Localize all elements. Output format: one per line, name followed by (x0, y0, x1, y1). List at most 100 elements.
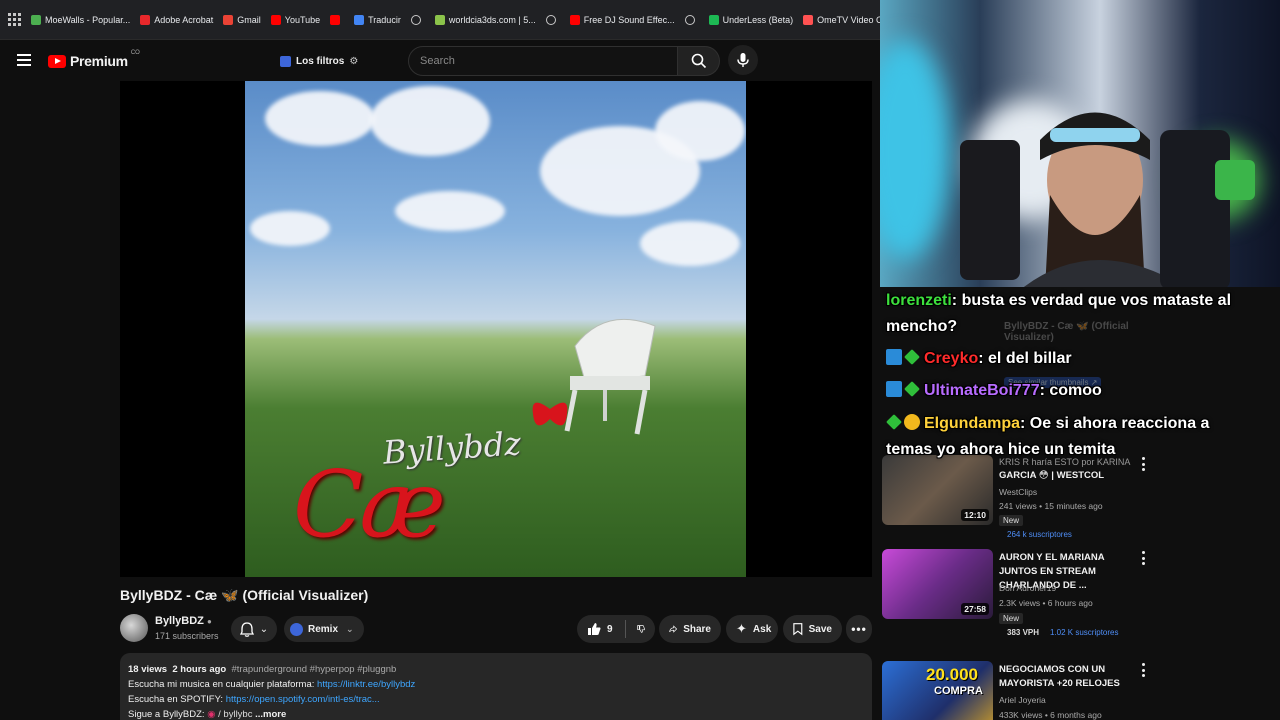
youtube-play-icon (48, 54, 66, 68)
video-channel[interactable]: Don Auroner19 (999, 583, 1056, 593)
thumbnail-subtext: COMPRA (934, 685, 983, 697)
thumbs-down-icon[interactable] (637, 622, 645, 636)
chat-badges (886, 414, 920, 430)
notifications-button[interactable]: ⌄ (231, 616, 277, 642)
channel-name[interactable]: ByllyBDZ ● (155, 615, 212, 627)
bookmark-favicon-icon (708, 14, 719, 25)
logo-text: Premium (70, 53, 128, 69)
search-input[interactable]: Search (408, 46, 678, 76)
streamer-webcam (880, 0, 1280, 287)
save-label: Save (808, 623, 832, 635)
description-line-3: Sigue a ByllyBDZ: ◉ / byllybc ...more (128, 707, 864, 720)
bookmark-item[interactable]: YouTube (270, 14, 321, 25)
chat-text: : Oe si ahora reacciona a (1020, 415, 1210, 432)
country-code: CO (130, 50, 140, 56)
instagram-handle[interactable]: / byllybc (218, 709, 252, 720)
filters-button[interactable]: Los filtros ⚙ (272, 48, 366, 74)
bookmark-item[interactable] (410, 14, 425, 25)
remix-icon (290, 622, 303, 636)
show-more-button[interactable]: ...more (255, 709, 286, 720)
ask-button[interactable]: ✦ Ask (726, 615, 778, 643)
bell-icon (239, 621, 254, 637)
like-count: 9 (607, 623, 613, 635)
instagram-icon: ◉ (207, 709, 216, 720)
filters-label: Los filtros (296, 55, 345, 67)
thumbs-up-icon (588, 623, 601, 635)
more-vertical-icon[interactable] (1142, 551, 1146, 565)
description-text: Escucha en SPOTIFY: (128, 694, 224, 705)
video-thumbnail: 27:58 (882, 549, 993, 619)
bookmark-favicon-icon (410, 14, 421, 25)
bookmark-item[interactable]: MoeWalls - Popular... (31, 14, 130, 25)
video-channel[interactable]: WestClips (999, 487, 1037, 497)
chat-message: Creyko: el del billar (886, 346, 1072, 372)
album-art: Byllybdz Cæ (245, 81, 746, 577)
prime-badge-icon (886, 349, 902, 365)
chat-message: UltimateBoi777: comoo (886, 378, 1102, 404)
chat-username: UltimateBoi777 (924, 382, 1040, 399)
bookmark-item[interactable]: Free DJ Sound Effec... (569, 14, 675, 25)
video-duration: 12:10 (961, 509, 989, 521)
bookmark-favicon-icon (140, 14, 151, 25)
bookmark-favicon-icon (223, 14, 234, 25)
video-thumbnail: 20.000 COMPRA (882, 661, 993, 720)
search-button[interactable] (678, 46, 720, 76)
recommended-video[interactable]: 12:10 KRIS R haría ESTO por KARINA GARCI… (882, 455, 1280, 539)
like-button[interactable]: 9 (587, 622, 613, 636)
description-line-2: Escucha en SPOTIFY: https://open.spotify… (128, 692, 864, 707)
sub-badge-icon (904, 349, 920, 365)
bookmark-item[interactable]: UnderLess (Beta) (708, 14, 794, 25)
bookmark-item[interactable] (330, 14, 344, 25)
video-title: ByllyBDZ - Cæ 🦋 (Official Visualizer) (120, 587, 369, 603)
art-title-text: Cæ (293, 451, 446, 558)
bookmark-item[interactable] (545, 14, 560, 25)
bookmark-item[interactable]: Adobe Acrobat (140, 14, 213, 25)
bookmark-label: YouTube (284, 14, 321, 25)
video-channel[interactable]: Ariel Joyeria (999, 695, 1046, 705)
upload-age: 2 hours ago (172, 664, 227, 675)
video-meta: 241 views • 15 minutes ago (999, 501, 1103, 511)
bookmark-label: Free DJ Sound Effec... (583, 14, 675, 25)
warning-badge-icon (904, 414, 920, 430)
bookmark-item[interactable]: OmeTV Video Chat... (803, 14, 880, 25)
more-vertical-icon[interactable] (1142, 663, 1146, 677)
bookmark-favicon-icon (545, 14, 556, 25)
more-vertical-icon[interactable] (1142, 457, 1146, 471)
more-actions-button[interactable]: ••• (846, 615, 872, 643)
linktree-link[interactable]: https://linktr.ee/byllybdz (317, 679, 415, 690)
bookmark-label: OmeTV Video Chat... (817, 14, 880, 25)
chat-username: Elgundampa (924, 415, 1021, 432)
bookmark-favicon-icon (31, 14, 41, 25)
new-badge: New (999, 515, 1024, 526)
current-video-ghost: ByllyBDZ - Cæ 🦋 (Official Visualizer) (1004, 321, 1129, 343)
bookmark-item[interactable]: worldcia3ds.com | 5... (434, 14, 536, 25)
chat-text: : el del billar (978, 350, 1072, 367)
save-button[interactable]: Save (783, 615, 842, 643)
ask-label: Ask (752, 623, 772, 635)
video-title: GARCIA 😳 | WESTCOL (999, 470, 1105, 481)
hamburger-menu-icon[interactable] (17, 54, 31, 66)
recommended-video[interactable]: 27:58 AURON Y EL MARIANA JUNTOS EN STREA… (882, 549, 1280, 637)
chat-message-continuation: mencho? (886, 318, 958, 335)
chat-message: Elgundampa: Oe si ahora reacciona a (886, 411, 1209, 437)
recommended-video[interactable]: 20.000 COMPRA NEGOCIAMOS CON UN MAYORIST… (882, 661, 1280, 720)
chat-message: lorenzeti: busta es verdad que vos matas… (886, 288, 1231, 314)
bookmark-item[interactable]: Traducir (354, 14, 401, 25)
description-text: Escucha mi musica en cualquier plataform… (128, 679, 315, 690)
more-horizontal-icon: ••• (851, 622, 867, 636)
apps-grid-icon[interactable] (8, 12, 21, 27)
bookmark-item[interactable]: Gmail (223, 14, 261, 25)
youtube-premium-logo[interactable]: Premium CO (48, 50, 140, 69)
chat-username: Creyko (924, 350, 979, 367)
bookmark-favicon-icon (684, 14, 695, 25)
channel-avatar[interactable] (120, 614, 148, 642)
description-box[interactable]: 18 views 2 hours ago #trapunderground #h… (120, 653, 872, 720)
voice-search-button[interactable] (728, 45, 758, 75)
chat-username: lorenzeti (886, 292, 952, 309)
spotify-link[interactable]: https://open.spotify.com/intl-es/trac... (226, 694, 380, 705)
video-player[interactable]: Byllybdz Cæ (120, 81, 872, 577)
bookmark-item[interactable] (684, 14, 699, 25)
bookmark-label: UnderLess (Beta) (722, 14, 794, 25)
share-button[interactable]: Share (659, 615, 721, 643)
remix-button[interactable]: Remix ⌄ (284, 616, 364, 642)
